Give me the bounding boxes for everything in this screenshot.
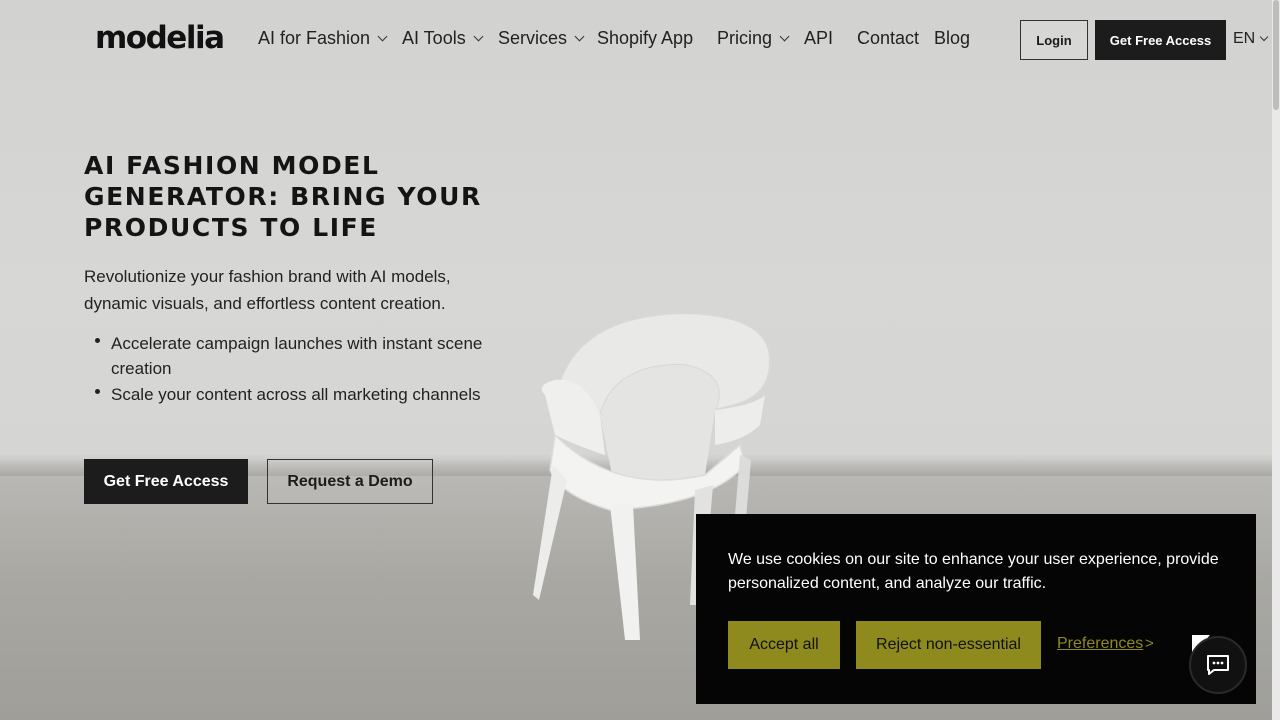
get-free-access-button[interactable]: Get Free Access (84, 459, 248, 504)
nav-label: Pricing (717, 28, 773, 48)
chat-button[interactable] (1189, 636, 1247, 694)
chevron-down-icon (779, 31, 790, 42)
chevron-down-icon (377, 31, 388, 42)
nav-item-services[interactable]: Services (498, 28, 585, 49)
nav-item-pricing[interactable]: Pricing (717, 28, 790, 49)
request-demo-button[interactable]: Request a Demo (267, 459, 433, 504)
header-get-free-access-button[interactable]: Get Free Access (1095, 20, 1226, 60)
nav-label: Blog (934, 28, 971, 48)
login-button[interactable]: Login (1020, 20, 1088, 60)
nav-label: API (804, 28, 834, 48)
modelia-logo[interactable]: modelia (95, 20, 225, 56)
list-item: Accelerate campaign launches with instan… (95, 331, 495, 381)
cookie-message: We use cookies on our site to enhance yo… (728, 551, 1219, 592)
bullet-text: Scale your content across all marketing … (111, 385, 481, 404)
hero-bullet-list: Accelerate campaign launches with instan… (95, 331, 495, 408)
site-header: modelia AI for Fashion AI Tools Services… (0, 0, 1272, 80)
chevron-right-icon: > (1145, 635, 1154, 652)
bullet-icon (95, 338, 100, 343)
nav-item-ai-tools[interactable]: AI Tools (402, 28, 484, 49)
nav-label: AI Tools (402, 28, 466, 48)
nav-item-blog[interactable]: Blog (934, 28, 970, 49)
language-label: EN (1233, 30, 1256, 47)
preferences-link[interactable]: Preferences (1057, 635, 1143, 653)
chevron-down-icon (574, 31, 585, 42)
nav-item-shopify-app[interactable]: Shopify App (597, 28, 693, 49)
scrollbar[interactable] (1272, 0, 1280, 720)
chevron-down-icon (1259, 32, 1269, 42)
cookie-banner: We use cookies on our site to enhance yo… (696, 514, 1256, 704)
nav-item-api[interactable]: API (804, 28, 833, 49)
scrollbar-thumb[interactable] (1273, 0, 1279, 110)
nav-label: Shopify App (597, 28, 694, 48)
nav-item-ai-for-fashion[interactable]: AI for Fashion (258, 28, 388, 49)
nav-label: Contact (857, 28, 920, 48)
list-item: Scale your content across all marketing … (95, 382, 495, 407)
chevron-down-icon (473, 31, 484, 42)
accept-all-button[interactable]: Accept all (728, 621, 840, 669)
chat-bubble-icon (1207, 655, 1229, 675)
language-selector[interactable]: EN (1233, 30, 1269, 48)
nav-item-contact[interactable]: Contact (857, 28, 919, 49)
bullet-icon (95, 389, 100, 394)
nav-label: AI for Fashion (258, 28, 371, 48)
bullet-text: Accelerate campaign launches with instan… (111, 334, 483, 378)
hero-title: AI Fashion Model Generator: Bring Your P… (84, 151, 482, 242)
nav-label: Services (498, 28, 568, 48)
reject-non-essential-button[interactable]: Reject non-essential (856, 621, 1041, 669)
hero-subtitle: Revolutionize your fashion brand with AI… (84, 267, 451, 313)
